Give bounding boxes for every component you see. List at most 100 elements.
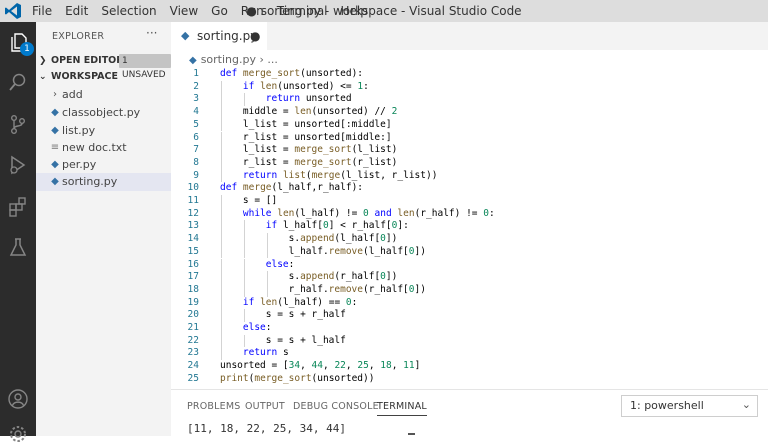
editor-tab-bar: ◆ sorting.py ● bbox=[171, 22, 768, 50]
code-line[interactable]: 11 s = [] bbox=[171, 195, 768, 208]
line-number: 16 bbox=[187, 258, 199, 270]
code-text: r_list = merge_sort(r_list) bbox=[220, 156, 398, 168]
line-number: 22 bbox=[187, 334, 199, 346]
manage-activity[interactable] bbox=[6, 422, 30, 446]
line-number: 4 bbox=[193, 106, 199, 118]
gear-icon bbox=[10, 426, 26, 442]
tree-item-label: per.py bbox=[62, 158, 97, 171]
code-text: l_list = merge_sort(l_list) bbox=[220, 144, 398, 156]
code-line[interactable]: 16 else: bbox=[171, 258, 768, 272]
code-line[interactable]: 13 if l_half[0] < r_half[0]: bbox=[171, 220, 768, 234]
extensions-activity[interactable] bbox=[6, 195, 30, 219]
source-control-activity[interactable] bbox=[6, 112, 30, 136]
code-text: r_list = unsorted[middle:] bbox=[220, 131, 392, 143]
more-actions-icon[interactable]: ··· bbox=[146, 26, 157, 40]
code-text: l_list = unsorted[:middle] bbox=[220, 118, 392, 130]
testing-activity[interactable] bbox=[6, 235, 30, 259]
workspace-section[interactable]: ⌄ WORKSPACE bbox=[36, 68, 171, 86]
code-text: s = s + r_half bbox=[220, 309, 346, 321]
code-line[interactable]: 8 r_list = merge_sort(r_list) bbox=[171, 156, 768, 170]
code-line[interactable]: 19 if len(l_half) == 0: bbox=[171, 296, 768, 310]
code-text: s.append(l_half[0]) bbox=[220, 233, 398, 245]
tree-file-list[interactable]: ◆ list.py bbox=[36, 122, 171, 140]
line-number: 25 bbox=[187, 372, 199, 384]
tree-folder-add[interactable]: › add bbox=[36, 86, 171, 104]
title-bar: File Edit Selection View Go Run Terminal… bbox=[0, 0, 768, 22]
code-line[interactable]: 6 r_list = unsorted[middle:] bbox=[171, 131, 768, 145]
code-line[interactable]: 3 return unsorted bbox=[171, 93, 768, 107]
tree-item-label: classobject.py bbox=[62, 106, 141, 119]
chevron-down-icon: ⌄ bbox=[741, 398, 751, 411]
code-text: return list(merge(l_list, r_list)) bbox=[242, 169, 438, 181]
tab-debug-console[interactable]: DEBUG CONSOLE bbox=[293, 401, 379, 412]
code-text: if l_half[0] < r_half[0]: bbox=[265, 220, 409, 232]
tab-output[interactable]: OUTPUT bbox=[245, 401, 285, 412]
tab-problems[interactable]: PROBLEMS bbox=[187, 401, 240, 412]
line-number: 3 bbox=[193, 93, 199, 105]
terminal-output[interactable]: [11, 18, 22, 25, 34, 44] bbox=[187, 422, 346, 435]
code-text: def merge_sort(unsorted): bbox=[220, 68, 364, 79]
code-text: return unsorted bbox=[265, 93, 352, 105]
code-line[interactable]: 21 else: bbox=[171, 322, 768, 335]
code-line[interactable]: 10 def merge(l_half,r_half): bbox=[171, 182, 768, 195]
tree-file-sorting[interactable]: ◆ sorting.py bbox=[36, 173, 171, 191]
bottom-panel: PROBLEMS OUTPUT DEBUG CONSOLE TERMINAL 1… bbox=[171, 389, 768, 437]
code-line[interactable]: 20 s = s + r_half bbox=[171, 309, 768, 322]
code-line[interactable]: 25 print(merge_sort(unsorted)) bbox=[171, 373, 768, 386]
tree-item-label: sorting.py bbox=[62, 175, 118, 188]
unsaved-dot-icon[interactable]: ● bbox=[250, 29, 260, 43]
tree-file-classobject[interactable]: ◆ classobject.py bbox=[36, 104, 171, 122]
code-line[interactable]: 14 s.append(l_half[0]) bbox=[171, 233, 768, 246]
terminal-selector[interactable]: 1: powershell ⌄ bbox=[621, 395, 758, 417]
code-line[interactable]: 12 while len(l_half) != 0 and len(r_half… bbox=[171, 207, 768, 221]
code-line[interactable]: 22 s = s + l_half bbox=[171, 334, 768, 348]
code-text: if len(unsorted) <= 1: bbox=[242, 80, 369, 92]
line-number: 15 bbox=[187, 245, 199, 257]
activity-bar: 1 bbox=[0, 22, 36, 442]
run-debug-activity[interactable] bbox=[6, 153, 30, 177]
explorer-activity[interactable]: 1 bbox=[6, 30, 34, 56]
code-line[interactable]: 4 middle = len(unsorted) // 2 bbox=[171, 106, 768, 119]
code-text: s = [] bbox=[220, 195, 278, 206]
tab-sorting-py[interactable]: ◆ sorting.py ● bbox=[171, 22, 267, 50]
accounts-activity[interactable] bbox=[6, 387, 30, 411]
code-line[interactable]: 5 l_list = unsorted[:middle] bbox=[171, 118, 768, 132]
code-line[interactable]: 2 if len(unsorted) <= 1: bbox=[171, 80, 768, 94]
line-number: 10 bbox=[187, 182, 199, 194]
code-text: else: bbox=[265, 258, 295, 270]
line-number: 12 bbox=[187, 207, 199, 219]
source-control-icon bbox=[10, 115, 25, 134]
window-title: ● sorting.py - workspace - Visual Studio… bbox=[246, 4, 522, 18]
tree-file-newdoc[interactable]: ≡ new doc.txt bbox=[36, 139, 171, 157]
python-file-icon: ◆ bbox=[51, 107, 59, 118]
terminal-cursor bbox=[408, 433, 415, 435]
line-number: 20 bbox=[187, 309, 199, 321]
code-line[interactable]: 23 return s bbox=[171, 347, 768, 361]
tab-label: sorting.py bbox=[197, 29, 258, 43]
code-line[interactable]: 17 s.append(r_half[0]) bbox=[171, 271, 768, 284]
code-text: l_half.remove(l_half[0]) bbox=[220, 245, 426, 257]
code-line[interactable]: 9 return list(merge(l_list, r_list)) bbox=[171, 169, 768, 183]
code-line[interactable]: 1 def merge_sort(unsorted): bbox=[171, 68, 768, 81]
account-icon bbox=[8, 389, 28, 409]
tab-terminal[interactable]: TERMINAL bbox=[377, 401, 427, 416]
code-editor[interactable]: 1 def merge_sort(unsorted): 2 if len(unsor… bbox=[171, 66, 768, 386]
text-file-icon: ≡ bbox=[50, 142, 60, 153]
code-line[interactable]: 15 l_half.remove(l_half[0]) bbox=[171, 245, 768, 259]
code-line[interactable]: 18 r_half.remove(r_half[0]) bbox=[171, 283, 768, 297]
tree-item-label: new doc.txt bbox=[62, 141, 127, 154]
explorer-title: EXPLORER bbox=[52, 31, 105, 42]
python-file-icon: ◆ bbox=[51, 125, 59, 136]
code-text: s.append(r_half[0]) bbox=[220, 271, 398, 283]
search-activity[interactable] bbox=[6, 70, 30, 94]
breadcrumb[interactable]: ◆ sorting.py › ... bbox=[189, 53, 278, 66]
python-file-icon: ◆ bbox=[181, 29, 190, 42]
line-number: 1 bbox=[193, 68, 199, 79]
tree-file-per[interactable]: ◆ per.py bbox=[36, 156, 171, 174]
line-number: 24 bbox=[187, 360, 199, 372]
code-line[interactable]: 7 l_list = merge_sort(l_list) bbox=[171, 144, 768, 157]
flask-icon bbox=[9, 238, 27, 256]
code-line[interactable]: 24 unsorted = [34, 44, 22, 25, 18, 11] bbox=[171, 360, 768, 373]
code-text: return s bbox=[242, 347, 289, 359]
chevron-down-icon: ⌄ bbox=[39, 72, 47, 82]
